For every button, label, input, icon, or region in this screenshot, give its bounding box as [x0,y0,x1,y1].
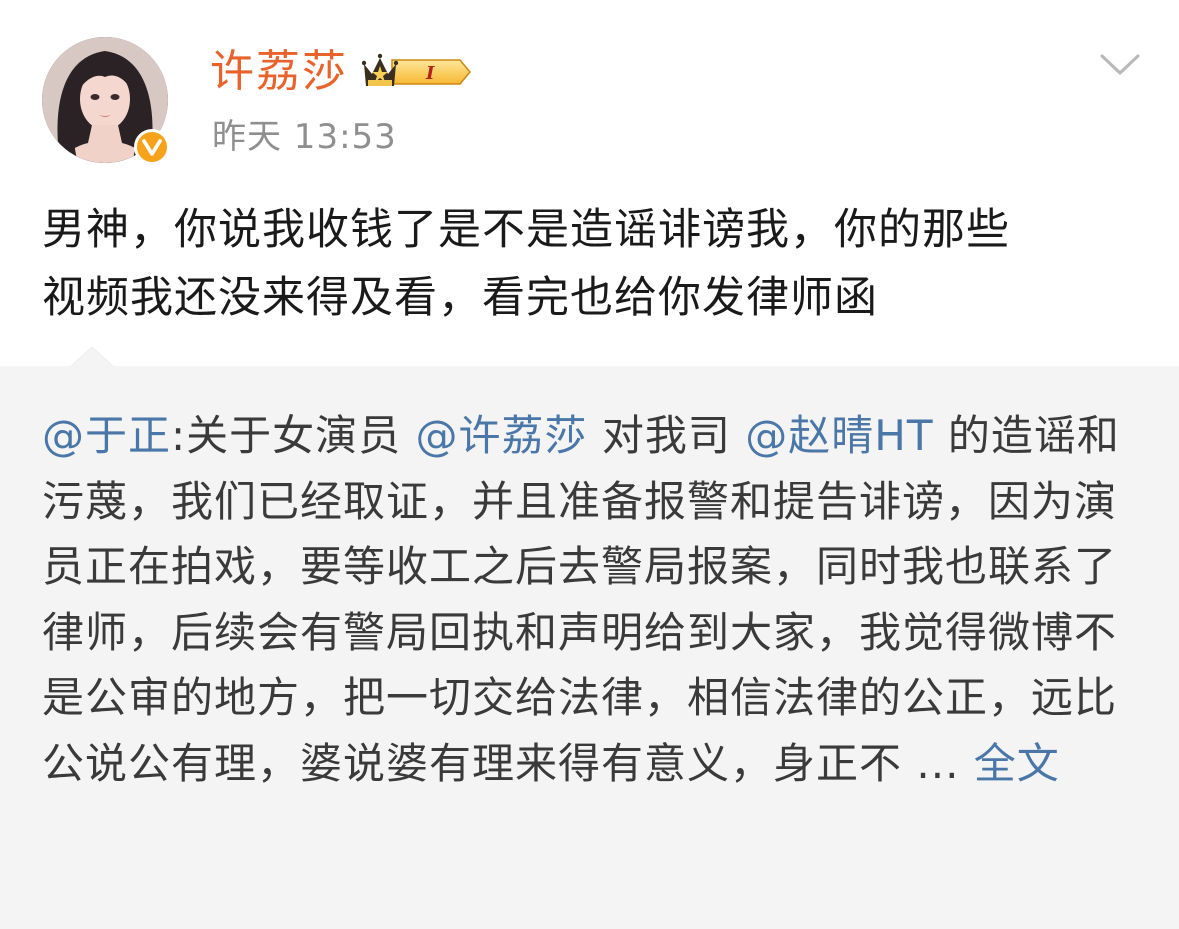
mention-link[interactable]: @赵晴HT [745,411,933,460]
full-text-link[interactable]: 全文 [974,739,1060,788]
repost-text-segment: 的造谣和污蔑，我们已经取证，并且准备报警和提告诽谤，因为演员正在拍戏，要等收工之… [42,411,1120,788]
mention-link[interactable]: @许荔莎 [416,411,588,460]
repost-text-segment: :关于女演员 [171,411,402,460]
verified-badge-icon [134,129,170,165]
post-text-line-1: 男神，你说我收钱了是不是造谣诽谤我，你的那些 [42,205,1010,255]
author-name[interactable]: 许荔莎 [210,44,348,100]
post-text-line-2: 视频我还没来得及看，看完也给你发律师函 [42,273,878,323]
repost-text-segment: 对我司 [601,411,731,460]
post-body: 男神，你说我收钱了是不是造谣诽谤我，你的那些 视频我还没来得及看，看完也给你发律… [42,196,1142,332]
avatar-container[interactable] [42,37,170,165]
crown-vip-badge-icon[interactable]: I [361,50,474,94]
vip-level-label: I [425,63,435,84]
ellipsis: ... [902,738,974,788]
weibo-post-card: 许荔莎 I 昨天 13:53 男神，你说我收钱了是不是造谣诽谤我，你的那些 视频… [0,0,1179,929]
repost-body: @于正:关于女演员 @许荔莎 对我司 @赵晴HT 的造谣和污蔑，我们已经取证，并… [42,403,1137,796]
post-timestamp: 昨天 13:53 [212,117,397,157]
repost-author-mention[interactable]: @于正 [42,411,171,460]
chevron-down-icon[interactable] [1099,52,1141,78]
repost-pointer-icon [70,346,114,368]
